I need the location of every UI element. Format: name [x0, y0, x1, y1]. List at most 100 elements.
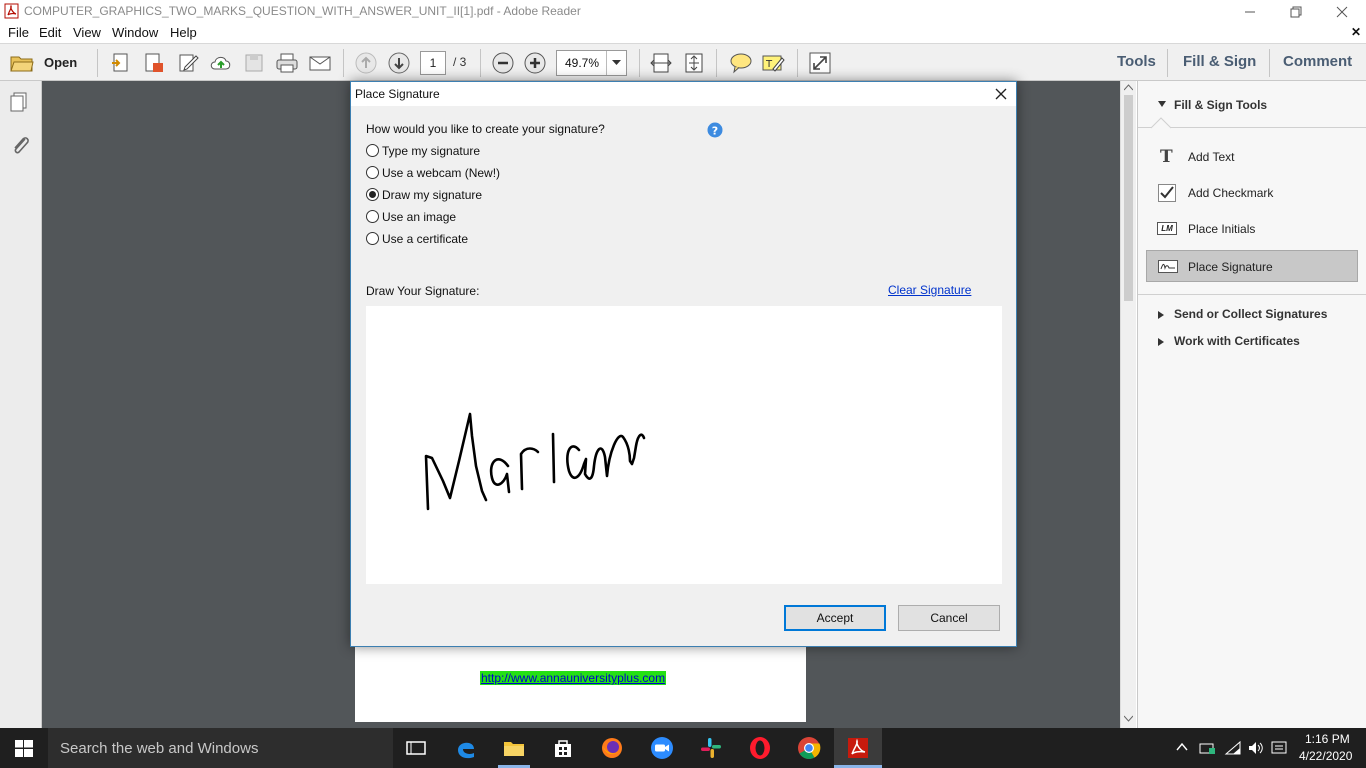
search-placeholder: Search the web and Windows: [60, 740, 259, 757]
panel-header[interactable]: Fill & Sign Tools: [1138, 81, 1366, 128]
title-bar: COMPUTER_GRAPHICS_TWO_MARKS_QUESTION_WIT…: [0, 0, 1366, 23]
add-text-tool[interactable]: T Add Text: [1146, 145, 1358, 171]
document-link[interactable]: http://www.annauniversityplus.com: [480, 671, 667, 685]
close-icon: [995, 88, 1007, 100]
initials-icon: LM: [1157, 222, 1177, 235]
zoom-in-icon[interactable]: [523, 51, 547, 75]
option-draw-signature[interactable]: Draw my signature: [366, 187, 566, 205]
radio-button[interactable]: [366, 144, 379, 157]
task-view-icon[interactable]: [404, 736, 428, 760]
comment-icon[interactable]: [729, 51, 753, 75]
zoom-out-icon[interactable]: [491, 51, 515, 75]
toolbar-divider: [797, 49, 798, 77]
expanded-triangle-icon: [1158, 101, 1166, 107]
creation-method-question: How would you like to create your signat…: [366, 122, 605, 136]
radio-button[interactable]: [366, 232, 379, 245]
export-pdf-icon[interactable]: [142, 51, 166, 75]
dialog-title-bar: Place Signature: [351, 82, 1016, 106]
fit-width-icon[interactable]: [649, 51, 673, 75]
network-device-icon[interactable]: [1199, 740, 1217, 756]
menu-view[interactable]: View: [73, 25, 101, 40]
radio-button-selected[interactable]: [366, 188, 379, 201]
scroll-down-icon[interactable]: [1124, 715, 1133, 722]
store-icon[interactable]: [551, 736, 575, 760]
signature-icon: [1158, 260, 1178, 273]
highlight-text-icon[interactable]: T: [761, 51, 785, 75]
add-checkmark-tool[interactable]: Add Checkmark: [1146, 181, 1358, 207]
slack-icon[interactable]: [699, 736, 723, 760]
dialog-close-button[interactable]: [989, 84, 1013, 104]
file-explorer-icon[interactable]: [502, 736, 526, 760]
signature-drawing-pad[interactable]: [366, 306, 1002, 584]
email-icon[interactable]: [308, 51, 332, 75]
tools-tab[interactable]: Tools: [1117, 53, 1156, 70]
menu-window[interactable]: Window: [112, 25, 158, 40]
radio-button[interactable]: [366, 210, 379, 223]
print-icon[interactable]: [275, 51, 299, 75]
fill-and-sign-tab[interactable]: Fill & Sign: [1183, 53, 1256, 70]
save-icon[interactable]: [242, 51, 266, 75]
taskbar-search-box[interactable]: Search the web and Windows: [48, 728, 393, 768]
option-label: Draw my signature: [382, 188, 483, 202]
cancel-button[interactable]: Cancel: [898, 605, 1000, 631]
previous-page-icon[interactable]: [354, 51, 378, 75]
place-initials-tool[interactable]: LM Place Initials: [1146, 217, 1358, 243]
option-label: Use a webcam (New!): [382, 166, 501, 180]
work-with-certificates-section[interactable]: Work with Certificates: [1138, 331, 1366, 353]
page-number-input[interactable]: 1: [420, 51, 446, 75]
page-thumbnails-icon[interactable]: [9, 91, 31, 113]
open-button[interactable]: Open: [6, 50, 82, 76]
fit-page-icon[interactable]: [682, 51, 706, 75]
wifi-icon[interactable]: [1224, 740, 1242, 756]
open-label: Open: [44, 55, 78, 70]
edit-pdf-icon[interactable]: [176, 51, 200, 75]
menu-file[interactable]: File: [8, 25, 29, 40]
edge-browser-icon[interactable]: [454, 736, 478, 760]
zoom-select[interactable]: 49.7%: [556, 50, 627, 76]
create-pdf-icon[interactable]: [109, 51, 133, 75]
restore-button[interactable]: [1273, 0, 1319, 23]
next-page-icon[interactable]: [387, 51, 411, 75]
add-checkmark-label: Add Checkmark: [1188, 186, 1274, 200]
firefox-icon[interactable]: [600, 736, 624, 760]
minimize-button[interactable]: [1227, 0, 1273, 23]
opera-icon[interactable]: [748, 736, 772, 760]
menu-edit[interactable]: Edit: [39, 25, 61, 40]
close-document-button[interactable]: ✕: [1351, 25, 1361, 39]
show-hidden-icons-icon[interactable]: [1176, 742, 1188, 752]
adobe-reader-taskbar-icon[interactable]: [846, 736, 870, 760]
option-webcam[interactable]: Use a webcam (New!): [366, 165, 566, 183]
option-type-signature[interactable]: Type my signature: [366, 143, 566, 161]
full-screen-icon[interactable]: [808, 51, 832, 75]
add-text-label: Add Text: [1188, 150, 1235, 164]
chrome-icon[interactable]: [797, 736, 821, 760]
page-total: / 3: [453, 55, 467, 69]
scroll-up-icon[interactable]: [1124, 84, 1133, 91]
taskbar: Search the web and Windows 1:16 PM 4/22/…: [0, 728, 1366, 768]
clock-date[interactable]: 4/22/2020: [1299, 749, 1352, 763]
windows-start-icon[interactable]: [15, 740, 33, 757]
comment-tab[interactable]: Comment: [1283, 53, 1352, 70]
option-use-image[interactable]: Use an image: [366, 209, 566, 227]
option-certificate[interactable]: Use a certificate: [366, 231, 566, 249]
action-center-icon[interactable]: [1271, 740, 1287, 756]
attachments-icon[interactable]: [9, 133, 31, 157]
send-collect-signatures-section[interactable]: Send or Collect Signatures: [1138, 304, 1366, 326]
accept-button[interactable]: Accept: [784, 605, 886, 631]
clear-signature-link[interactable]: Clear Signature: [888, 283, 971, 297]
scrollbar-thumb[interactable]: [1124, 95, 1133, 301]
zoom-meetings-icon[interactable]: [650, 736, 674, 760]
vertical-scrollbar[interactable]: [1120, 81, 1136, 728]
help-icon[interactable]: ?: [707, 122, 723, 138]
certificates-label: Work with Certificates: [1174, 334, 1300, 348]
close-icon: [1336, 6, 1348, 17]
place-signature-tool[interactable]: Place Signature: [1146, 250, 1358, 282]
volume-icon[interactable]: [1247, 740, 1265, 756]
radio-button[interactable]: [366, 166, 379, 179]
close-window-button[interactable]: [1319, 0, 1365, 23]
cloud-upload-icon[interactable]: [209, 51, 233, 75]
zoom-dropdown-button[interactable]: [606, 51, 626, 75]
clock-time[interactable]: 1:16 PM: [1305, 732, 1350, 746]
place-signature-dialog: Place Signature How would you like to cr…: [350, 81, 1017, 647]
menu-help[interactable]: Help: [170, 25, 197, 40]
